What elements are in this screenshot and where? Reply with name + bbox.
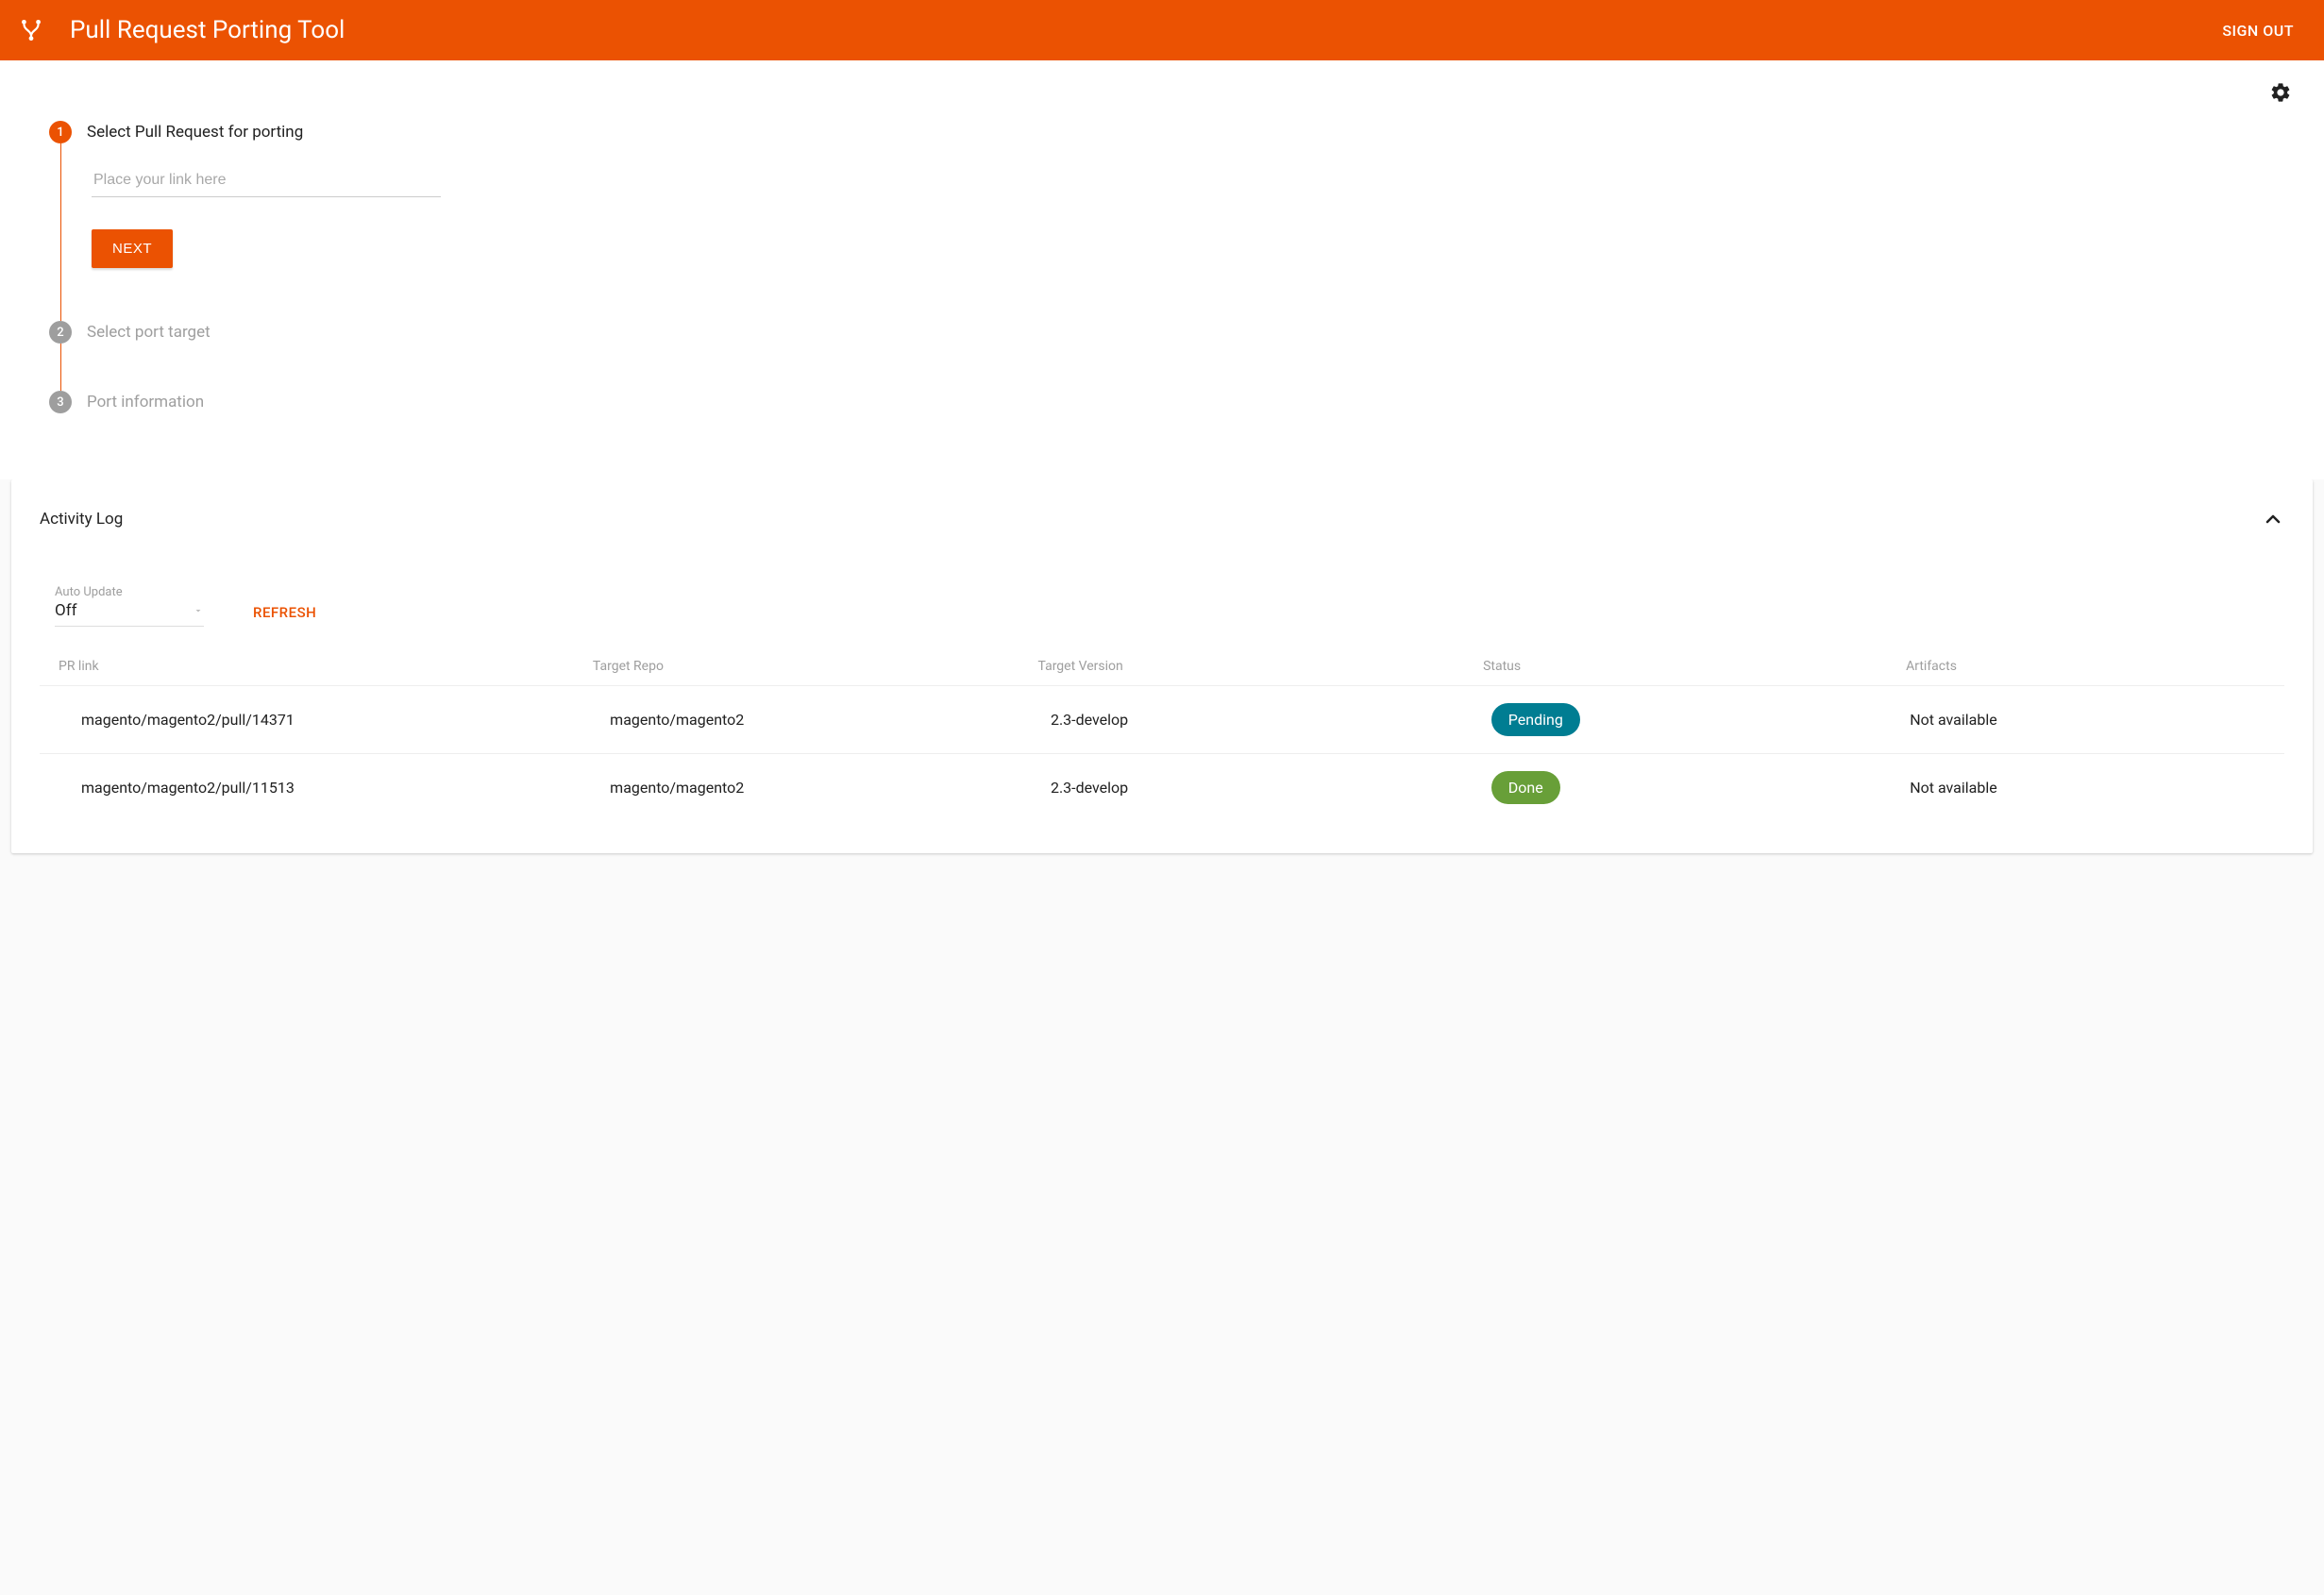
activity-controls: Auto Update Off REFRESH: [40, 585, 2284, 627]
step-1-body: NEXT: [60, 143, 2275, 321]
col-pr-link: PR link: [59, 659, 593, 674]
cell-artifacts: Not available: [1910, 779, 2284, 797]
merge-icon: [19, 18, 43, 42]
step-1-label: Select Pull Request for porting: [87, 123, 303, 142]
cell-status: Done: [1491, 771, 1910, 804]
step-3-head: 3 Port information: [49, 391, 2275, 413]
cell-pr-link: magento/magento2/pull/14371: [81, 711, 610, 729]
step-1-circle: 1: [49, 121, 72, 143]
cell-target-version: 2.3-develop: [1051, 779, 1491, 797]
sign-out-button[interactable]: SIGN OUT: [2222, 22, 2294, 40]
col-status: Status: [1483, 659, 1906, 674]
cell-target-version: 2.3-develop: [1051, 711, 1491, 729]
auto-update-value-row: Off: [55, 601, 204, 620]
status-badge: Done: [1491, 771, 1560, 804]
activity-log-title: Activity Log: [40, 510, 123, 529]
pr-link-input[interactable]: [92, 164, 441, 197]
activity-log-header: Activity Log: [40, 508, 2284, 530]
settings-row: [26, 81, 2298, 104]
table-header-row: PR link Target Repo Target Version Statu…: [40, 647, 2284, 685]
chevron-down-icon: [193, 605, 204, 616]
step-3-circle: 3: [49, 391, 72, 413]
chevron-up-icon[interactable]: [2262, 508, 2284, 530]
col-artifacts: Artifacts: [1906, 659, 2284, 674]
step-2-label: Select port target: [87, 323, 211, 342]
refresh-button[interactable]: REFRESH: [253, 604, 316, 627]
step-1: 1 Select Pull Request for porting NEXT: [49, 121, 2275, 321]
stepper: 1 Select Pull Request for porting NEXT 2…: [26, 121, 2298, 479]
cell-status: Pending: [1491, 703, 1910, 736]
cell-target-repo: magento/magento2: [610, 779, 1051, 797]
cell-target-repo: magento/magento2: [610, 711, 1051, 729]
activity-log-card: Activity Log Auto Update Off REFRESH PR …: [11, 479, 2313, 853]
app-header: Pull Request Porting Tool SIGN OUT: [0, 0, 2324, 60]
step-3: 3 Port information: [49, 391, 2275, 413]
step-3-label: Port information: [87, 393, 204, 411]
app-title: Pull Request Porting Tool: [70, 16, 345, 44]
next-button[interactable]: NEXT: [92, 229, 173, 268]
step-2-circle: 2: [49, 321, 72, 344]
auto-update-label: Auto Update: [55, 585, 204, 599]
table-row: magento/magento2/pull/11513magento/magen…: [40, 753, 2284, 821]
cell-artifacts: Not available: [1910, 711, 2284, 729]
header-left: Pull Request Porting Tool: [19, 16, 345, 44]
main-content: 1 Select Pull Request for porting NEXT 2…: [0, 60, 2324, 479]
step-2-body: [60, 344, 2275, 391]
status-badge: Pending: [1491, 703, 1580, 736]
step-1-head: 1 Select Pull Request for porting: [49, 121, 2275, 143]
step-2-head: 2 Select port target: [49, 321, 2275, 344]
gear-icon[interactable]: [2269, 81, 2292, 104]
activity-log-table: PR link Target Repo Target Version Statu…: [40, 647, 2284, 821]
auto-update-value: Off: [55, 601, 77, 620]
step-2: 2 Select port target: [49, 321, 2275, 391]
auto-update-select[interactable]: Auto Update Off: [55, 585, 204, 627]
col-target-version: Target Version: [1038, 659, 1484, 674]
col-target-repo: Target Repo: [593, 659, 1038, 674]
table-row: magento/magento2/pull/14371magento/magen…: [40, 685, 2284, 753]
cell-pr-link: magento/magento2/pull/11513: [81, 779, 610, 797]
